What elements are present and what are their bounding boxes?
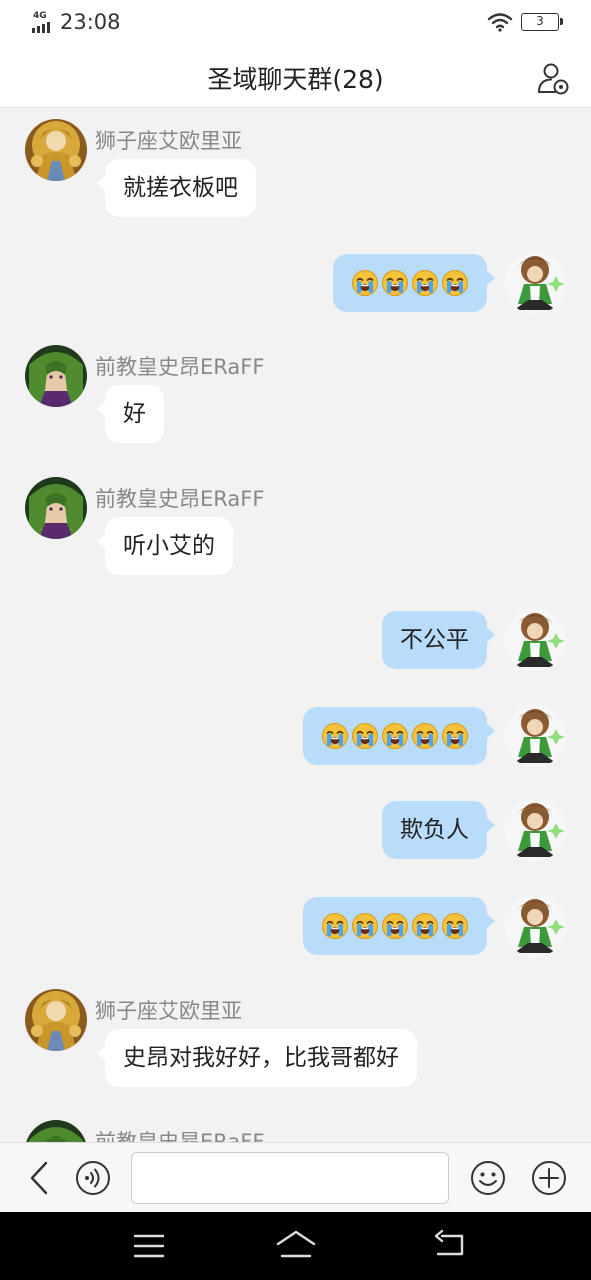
avatar[interactable] <box>504 895 566 957</box>
status-time: 23:08 <box>60 10 121 34</box>
loudly-crying-face <box>321 912 349 940</box>
avatar[interactable] <box>504 705 566 767</box>
nav-back-icon[interactable] <box>432 1228 468 1262</box>
battery-level: 3 <box>536 14 544 28</box>
sender-name: 狮子座艾欧里亚 <box>95 999 242 1023</box>
sender-name: 前教皇史昂ERaFF <box>95 1130 265 1142</box>
wifi-icon <box>487 13 513 32</box>
network-type: 4G <box>33 11 47 21</box>
message-list[interactable]: 狮子座艾欧里亚 就搓衣板吧 前教皇史昂ERaFF 好 前教皇史昂ERaFF 听小… <box>0 109 591 1142</box>
back-icon[interactable] <box>24 1159 54 1197</box>
message-bubble[interactable]: 史昂对我好好，比我哥都好 <box>97 1029 417 1087</box>
sender-name: 狮子座艾欧里亚 <box>95 129 242 153</box>
avatar[interactable] <box>25 989 87 1051</box>
message-bubble[interactable]: 不公平 <box>382 611 495 669</box>
avatar[interactable] <box>25 477 87 539</box>
sender-name: 前教皇史昂ERaFF <box>95 355 265 379</box>
input-bar <box>0 1142 591 1212</box>
avatar[interactable] <box>504 609 566 671</box>
message-bubble[interactable]: 听小艾的 <box>97 517 233 575</box>
loudly-crying-face <box>381 912 409 940</box>
message-bubble[interactable]: 欺负人 <box>382 801 495 859</box>
battery-icon: 3 <box>521 13 563 31</box>
message-bubble[interactable] <box>333 254 495 312</box>
signal-icon: 4G <box>32 12 58 34</box>
avatar[interactable] <box>25 119 87 181</box>
loudly-crying-face <box>321 722 349 750</box>
avatar[interactable] <box>504 799 566 861</box>
loudly-crying-face <box>381 722 409 750</box>
loudly-crying-face <box>411 912 439 940</box>
emoji-icon[interactable] <box>470 1160 506 1196</box>
avatar[interactable] <box>25 1120 87 1142</box>
loudly-crying-face <box>411 722 439 750</box>
status-bar: 4G 23:08 3 <box>0 0 591 46</box>
status-left: 4G 23:08 <box>32 10 121 34</box>
message-bubble[interactable] <box>303 707 495 765</box>
message-bubble[interactable]: 好 <box>97 385 164 443</box>
loudly-crying-face <box>351 912 379 940</box>
status-right: 3 <box>487 12 563 32</box>
loudly-crying-face <box>441 912 469 940</box>
loudly-crying-face <box>351 269 379 297</box>
avatar[interactable] <box>25 345 87 407</box>
loudly-crying-face <box>441 722 469 750</box>
plus-icon[interactable] <box>531 1160 567 1196</box>
menu-icon[interactable] <box>132 1230 166 1262</box>
chat-header: 圣域聊天群(28) <box>0 46 591 108</box>
message-bubble[interactable]: 就搓衣板吧 <box>97 159 256 217</box>
home-icon[interactable] <box>275 1228 317 1262</box>
loudly-crying-face <box>411 269 439 297</box>
sender-name: 前教皇史昂ERaFF <box>95 487 265 511</box>
avatar[interactable] <box>504 252 566 314</box>
group-settings-icon[interactable] <box>535 60 571 96</box>
loudly-crying-face <box>441 269 469 297</box>
page-title: 圣域聊天群(28) <box>207 65 384 94</box>
message-bubble[interactable] <box>303 897 495 955</box>
loudly-crying-face <box>381 269 409 297</box>
loudly-crying-face <box>351 722 379 750</box>
message-input[interactable] <box>131 1152 449 1204</box>
system-nav-bar <box>0 1212 591 1280</box>
voice-icon[interactable] <box>75 1160 111 1196</box>
